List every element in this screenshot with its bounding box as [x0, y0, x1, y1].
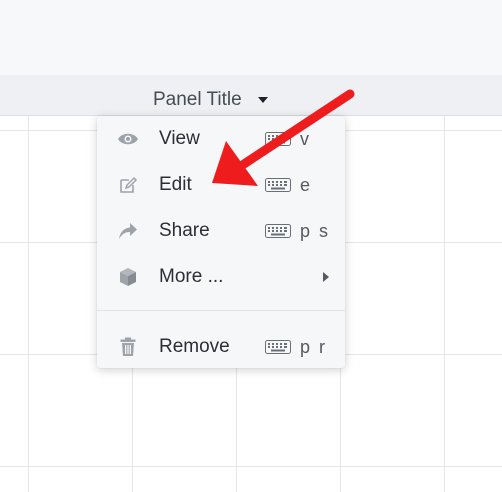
- menu-item-label: Share: [159, 220, 210, 241]
- menu-item-share[interactable]: Share p s: [97, 211, 345, 251]
- keyboard-icon: [265, 340, 291, 354]
- shortcut-keys: p s: [300, 220, 331, 241]
- panel-title-label: Panel Title: [153, 89, 242, 110]
- share-icon: [117, 220, 139, 242]
- shortcut-keys: p r: [300, 336, 328, 357]
- shortcut-keys: v: [300, 128, 311, 149]
- menu-item-more[interactable]: More ...: [97, 257, 345, 297]
- shortcut: e: [265, 175, 312, 196]
- menu-item-label: Edit: [159, 174, 192, 195]
- menu-item-remove[interactable]: Remove p r: [97, 327, 345, 367]
- shortcut-keys: e: [300, 174, 313, 195]
- shortcut: p r: [265, 337, 327, 358]
- shortcut: v: [265, 129, 311, 150]
- keyboard-icon: [265, 132, 291, 146]
- panel-title[interactable]: Panel Title: [153, 89, 268, 111]
- cube-icon: [117, 266, 139, 288]
- menu-item-edit[interactable]: Edit e: [97, 165, 345, 205]
- trash-icon: [117, 336, 139, 358]
- keyboard-icon: [265, 178, 291, 192]
- menu-item-label: More ...: [159, 266, 224, 287]
- menu-item-label: Remove: [159, 336, 230, 357]
- menu-divider: [97, 310, 345, 311]
- edit-icon: [117, 174, 139, 196]
- panel-context-menu: View v Edit e Share p s More ... Remove …: [97, 116, 345, 368]
- keyboard-icon: [265, 224, 291, 238]
- top-toolbar: [0, 0, 502, 76]
- eye-icon: [117, 128, 139, 150]
- menu-item-view[interactable]: View v: [97, 119, 345, 159]
- caret-down-icon[interactable]: [257, 97, 268, 103]
- chevron-right-icon: [323, 272, 329, 282]
- shortcut: p s: [265, 221, 330, 242]
- menu-item-label: View: [159, 128, 200, 149]
